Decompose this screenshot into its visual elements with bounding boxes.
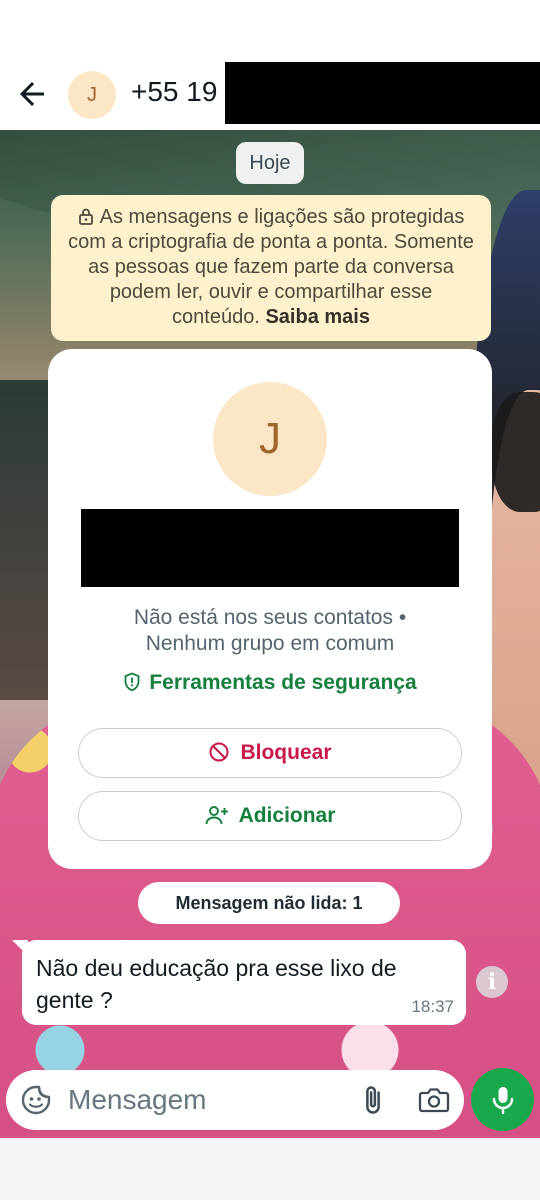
block-icon xyxy=(209,742,229,762)
unread-messages-chip: Mensagem não lida: 1 xyxy=(138,882,400,924)
camera-icon xyxy=(418,1088,450,1113)
status-no-groups: Nenhum grupo em comum xyxy=(145,632,395,655)
sticker-button[interactable] xyxy=(20,1084,52,1116)
status-not-in-contacts: Não está nos seus contatos • xyxy=(133,606,407,629)
message-time: 18:37 xyxy=(411,997,454,1016)
wallpaper-shape xyxy=(0,380,52,700)
attach-button[interactable] xyxy=(358,1085,388,1115)
incoming-message[interactable]: Não deu educação pra esse lixo de gente … xyxy=(22,940,466,1025)
wallpaper-shape xyxy=(492,392,540,512)
contact-name[interactable]: +55 19 xyxy=(131,76,217,108)
message-text: Não deu educação pra esse lixo de gente … xyxy=(36,955,397,1013)
voice-message-button[interactable] xyxy=(471,1068,534,1131)
encryption-notice[interactable]: As mensagens e ligações são protegidas c… xyxy=(51,195,491,341)
block-label: Bloquear xyxy=(240,741,332,764)
microphone-icon xyxy=(492,1087,514,1115)
add-person-icon xyxy=(205,806,228,825)
learn-more-link[interactable]: Saiba mais xyxy=(265,306,370,328)
avatar[interactable]: J xyxy=(68,71,116,119)
lock-icon xyxy=(78,208,93,225)
back-button[interactable] xyxy=(14,76,50,112)
redaction-bar xyxy=(225,62,540,124)
info-icon[interactable]: i xyxy=(476,966,508,998)
arrow-left-icon xyxy=(20,82,44,106)
add-contact-button[interactable]: Adicionar xyxy=(78,791,462,841)
contact-status: Não está nos seus contatos • Nenhum grup… xyxy=(48,605,492,657)
safety-tools-label: Ferramentas de segurança xyxy=(149,671,417,694)
message-input[interactable] xyxy=(62,1078,344,1122)
block-button[interactable]: Bloquear xyxy=(78,728,462,778)
date-chip: Hoje xyxy=(236,142,304,184)
system-navigation-area xyxy=(0,1138,540,1200)
contact-info-card: J Não está nos seus contatos • Nenhum gr… xyxy=(48,349,492,869)
message-composer xyxy=(6,1070,464,1130)
avatar-large[interactable]: J xyxy=(213,382,327,496)
redaction-bar xyxy=(81,509,459,587)
sticker-icon xyxy=(21,1085,51,1115)
safety-tools-link[interactable]: Ferramentas de segurança xyxy=(48,671,492,695)
camera-button[interactable] xyxy=(418,1085,450,1115)
add-label: Adicionar xyxy=(238,804,336,827)
paperclip-icon xyxy=(366,1086,380,1114)
chat-header: J +55 19 xyxy=(0,0,540,130)
shield-icon xyxy=(124,672,140,692)
